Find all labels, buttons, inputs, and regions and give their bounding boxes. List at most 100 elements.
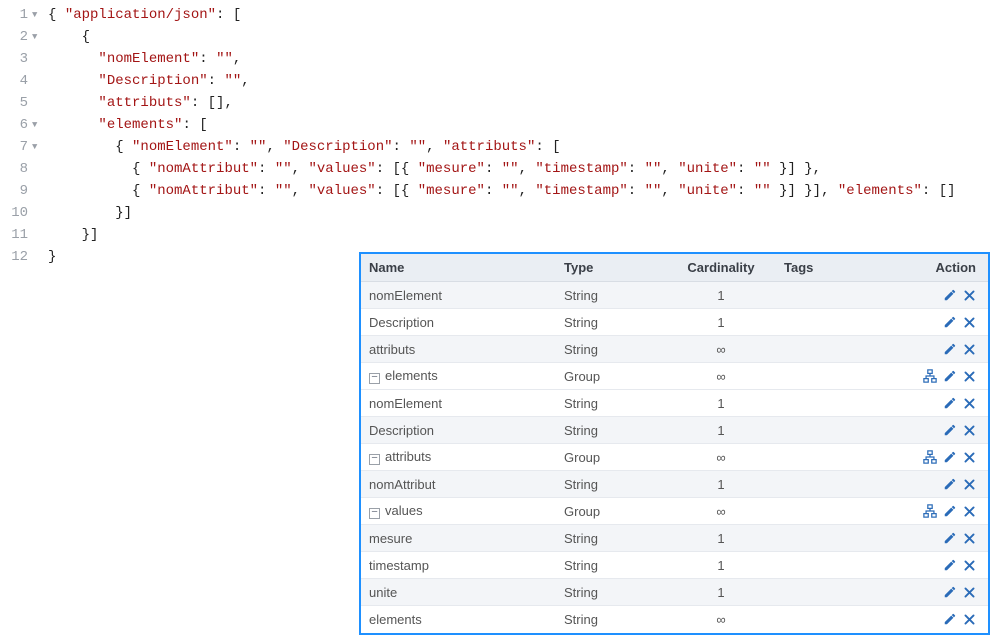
delete-icon[interactable] xyxy=(963,531,976,546)
table-row: −elementsGroup∞ xyxy=(361,363,988,390)
code-content[interactable]: }] xyxy=(44,224,98,246)
code-line[interactable]: 8 { "nomAttribut": "", "values": [{ "mes… xyxy=(0,158,999,180)
code-content[interactable]: "attributs": [], xyxy=(44,92,233,114)
edit-icon[interactable] xyxy=(943,423,957,438)
table-row: DescriptionString1 xyxy=(361,417,988,444)
cell-cardinality: ∞ xyxy=(666,363,776,390)
fold-toggle-icon[interactable]: ▼ xyxy=(32,26,44,48)
cell-cardinality: ∞ xyxy=(666,336,776,363)
edit-icon[interactable] xyxy=(943,315,957,330)
cell-cardinality: 1 xyxy=(666,471,776,498)
fold-toggle-icon xyxy=(32,180,44,202)
cell-name: −values xyxy=(361,498,556,525)
delete-icon[interactable] xyxy=(963,396,976,411)
line-number: 3 xyxy=(0,48,32,70)
edit-icon[interactable] xyxy=(943,504,957,519)
code-content[interactable]: "elements": [ xyxy=(44,114,208,136)
col-header-type: Type xyxy=(556,254,666,282)
code-content[interactable]: { "nomElement": "", "Description": "", "… xyxy=(44,136,561,158)
field-name: Description xyxy=(369,423,434,438)
code-line[interactable]: 6▼ "elements": [ xyxy=(0,114,999,136)
code-line[interactable]: 11 }] xyxy=(0,224,999,246)
collapse-icon[interactable]: − xyxy=(369,454,380,465)
tree-icon[interactable] xyxy=(923,450,937,465)
collapse-icon[interactable]: − xyxy=(369,373,380,384)
field-name: Description xyxy=(369,315,434,330)
cell-cardinality: 1 xyxy=(666,525,776,552)
col-header-action: Action xyxy=(886,254,988,282)
code-line[interactable]: 1▼{ "application/json": [ xyxy=(0,4,999,26)
cell-tags xyxy=(776,309,886,336)
code-content[interactable]: }] xyxy=(44,202,132,224)
code-content[interactable]: { xyxy=(44,26,90,48)
cell-actions xyxy=(886,309,988,336)
code-line[interactable]: 4 "Description": "", xyxy=(0,70,999,92)
fold-toggle-icon xyxy=(32,224,44,246)
collapse-icon[interactable]: − xyxy=(369,508,380,519)
delete-icon[interactable] xyxy=(963,504,976,519)
code-line[interactable]: 9 { "nomAttribut": "", "values": [{ "mes… xyxy=(0,180,999,202)
delete-icon[interactable] xyxy=(963,612,976,627)
cell-tags xyxy=(776,390,886,417)
delete-icon[interactable] xyxy=(963,477,976,492)
code-line[interactable]: 2▼ { xyxy=(0,26,999,48)
table-row: attributsString∞ xyxy=(361,336,988,363)
edit-icon[interactable] xyxy=(943,477,957,492)
delete-icon[interactable] xyxy=(963,288,976,303)
code-content[interactable]: { "application/json": [ xyxy=(44,4,241,26)
line-number: 12 xyxy=(0,246,32,268)
cell-actions xyxy=(886,336,988,363)
edit-icon[interactable] xyxy=(943,531,957,546)
fold-toggle-icon[interactable]: ▼ xyxy=(32,4,44,26)
code-editor[interactable]: 1▼{ "application/json": [2▼ {3 "nomEleme… xyxy=(0,0,999,268)
delete-icon[interactable] xyxy=(963,369,976,384)
table-row: nomElementString1 xyxy=(361,390,988,417)
code-line[interactable]: 10 }] xyxy=(0,202,999,224)
cell-actions xyxy=(886,282,988,309)
edit-icon[interactable] xyxy=(943,288,957,303)
code-line[interactable]: 7▼ { "nomElement": "", "Description": ""… xyxy=(0,136,999,158)
cell-actions xyxy=(886,552,988,579)
code-content[interactable]: { "nomAttribut": "", "values": [{ "mesur… xyxy=(44,180,956,202)
edit-icon[interactable] xyxy=(943,585,957,600)
field-name: nomElement xyxy=(369,396,442,411)
cell-type: Group xyxy=(556,498,666,525)
cell-type: String xyxy=(556,579,666,606)
fold-toggle-icon[interactable]: ▼ xyxy=(32,114,44,136)
cell-cardinality: 1 xyxy=(666,390,776,417)
delete-icon[interactable] xyxy=(963,342,976,357)
delete-icon[interactable] xyxy=(963,450,976,465)
delete-icon[interactable] xyxy=(963,585,976,600)
code-line[interactable]: 3 "nomElement": "", xyxy=(0,48,999,70)
edit-icon[interactable] xyxy=(943,450,957,465)
cell-actions xyxy=(886,579,988,606)
tree-icon[interactable] xyxy=(923,369,937,384)
delete-icon[interactable] xyxy=(963,558,976,573)
field-name: attributs xyxy=(385,449,431,464)
line-number: 1 xyxy=(0,4,32,26)
table-row: nomAttributString1 xyxy=(361,471,988,498)
tree-icon[interactable] xyxy=(923,504,937,519)
fold-toggle-icon[interactable]: ▼ xyxy=(32,136,44,158)
cell-type: String xyxy=(556,309,666,336)
delete-icon[interactable] xyxy=(963,423,976,438)
line-number: 11 xyxy=(0,224,32,246)
code-line[interactable]: 5 "attributs": [], xyxy=(0,92,999,114)
cell-type: String xyxy=(556,525,666,552)
field-name: elements xyxy=(385,368,438,383)
cell-tags xyxy=(776,282,886,309)
edit-icon[interactable] xyxy=(943,612,957,627)
edit-icon[interactable] xyxy=(943,558,957,573)
code-content[interactable]: "Description": "", xyxy=(44,70,250,92)
edit-icon[interactable] xyxy=(943,396,957,411)
table-row: −valuesGroup∞ xyxy=(361,498,988,525)
code-content[interactable]: } xyxy=(44,246,56,268)
table-row: uniteString1 xyxy=(361,579,988,606)
code-content[interactable]: { "nomAttribut": "", "values": [{ "mesur… xyxy=(44,158,821,180)
table-row: mesureString1 xyxy=(361,525,988,552)
edit-icon[interactable] xyxy=(943,342,957,357)
edit-icon[interactable] xyxy=(943,369,957,384)
delete-icon[interactable] xyxy=(963,315,976,330)
cell-tags xyxy=(776,525,886,552)
code-content[interactable]: "nomElement": "", xyxy=(44,48,241,70)
